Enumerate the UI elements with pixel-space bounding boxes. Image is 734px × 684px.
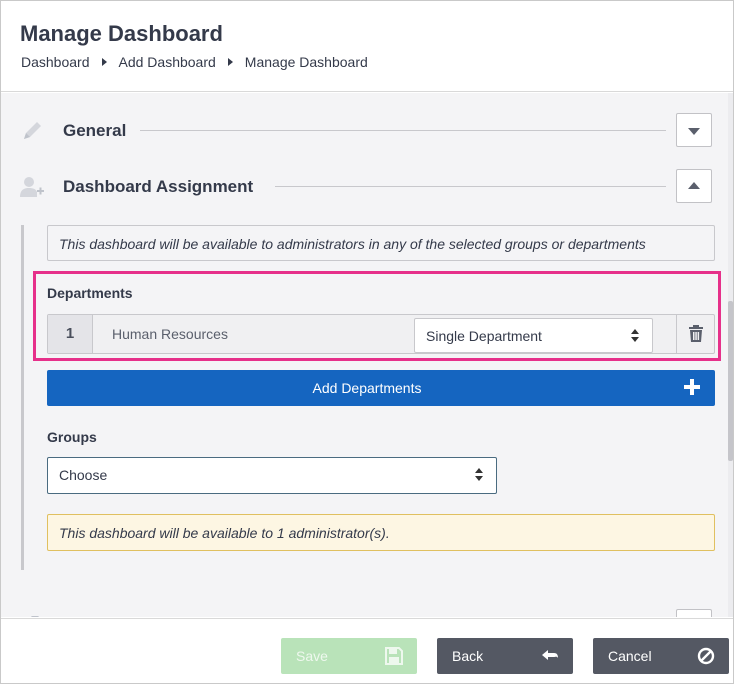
general-expand-button[interactable] bbox=[676, 113, 712, 147]
save-label: Save bbox=[296, 648, 328, 664]
next-section-toggle-button[interactable] bbox=[676, 609, 712, 617]
breadcrumb-separator-icon bbox=[227, 58, 233, 66]
floppy-disk-icon bbox=[385, 647, 403, 665]
department-scope-select[interactable]: Single Department bbox=[414, 318, 653, 353]
next-section-icon bbox=[31, 616, 39, 617]
section-title-assignment: Dashboard Assignment bbox=[63, 177, 254, 196]
breadcrumb-dashboard[interactable]: Dashboard bbox=[21, 54, 90, 70]
cancel-button[interactable]: Cancel bbox=[593, 638, 729, 674]
breadcrumb-separator-icon bbox=[101, 58, 107, 66]
cancel-label: Cancel bbox=[608, 648, 652, 664]
page-title: Manage Dashboard bbox=[20, 21, 223, 46]
ban-icon bbox=[697, 647, 715, 665]
reply-arrow-icon bbox=[542, 650, 558, 660]
add-departments-label: Add Departments bbox=[312, 380, 422, 396]
select-arrows-icon bbox=[475, 468, 483, 482]
assignment-collapse-button[interactable] bbox=[676, 169, 712, 203]
departments-label: Departments bbox=[47, 285, 133, 301]
trash-icon bbox=[689, 325, 703, 342]
content-area: General Dashboard Assignment This dashbo… bbox=[1, 93, 733, 617]
assignment-info-text: This dashboard will be available to admi… bbox=[47, 225, 715, 261]
department-index: 1 bbox=[48, 315, 93, 353]
breadcrumb: Dashboard Add Dashboard Manage Dashboard bbox=[21, 54, 368, 70]
select-arrows-icon bbox=[631, 329, 639, 343]
department-name: Human Resources bbox=[112, 326, 228, 342]
department-scope-value: Single Department bbox=[426, 328, 542, 344]
save-button[interactable]: Save bbox=[281, 638, 417, 674]
user-add-icon bbox=[20, 177, 44, 197]
groups-select-value: Choose bbox=[59, 467, 108, 483]
pencil-icon bbox=[24, 122, 41, 139]
delete-department-button[interactable] bbox=[676, 315, 714, 353]
section-divider bbox=[275, 186, 666, 187]
back-button[interactable]: Back bbox=[437, 638, 573, 674]
scrollbar-thumb[interactable] bbox=[728, 301, 733, 461]
groups-label: Groups bbox=[47, 429, 97, 445]
section-title-general: General bbox=[63, 121, 127, 140]
footer-actions: Save Back Cancel bbox=[1, 618, 733, 683]
section-divider bbox=[140, 130, 666, 131]
chevron-up-icon bbox=[688, 182, 700, 189]
plus-icon bbox=[684, 379, 700, 395]
breadcrumb-add-dashboard[interactable]: Add Dashboard bbox=[119, 54, 216, 70]
assignment-panel: This dashboard will be available to admi… bbox=[21, 225, 721, 570]
groups-select[interactable]: Choose bbox=[47, 457, 497, 494]
section-dashboard-assignment: Dashboard Assignment bbox=[1, 167, 733, 205]
chevron-down-icon bbox=[688, 128, 700, 135]
department-row: 1 Human Resources Single Department bbox=[47, 314, 715, 354]
page-header: Manage Dashboard Dashboard Add Dashboard… bbox=[1, 1, 733, 92]
section-general: General bbox=[1, 111, 733, 149]
back-label: Back bbox=[452, 648, 484, 664]
manage-dashboard-window: Manage Dashboard Dashboard Add Dashboard… bbox=[0, 0, 734, 684]
breadcrumb-manage-dashboard: Manage Dashboard bbox=[244, 54, 368, 70]
availability-notice: This dashboard will be available to 1 ad… bbox=[47, 514, 715, 551]
add-departments-button[interactable]: Add Departments bbox=[47, 370, 715, 406]
